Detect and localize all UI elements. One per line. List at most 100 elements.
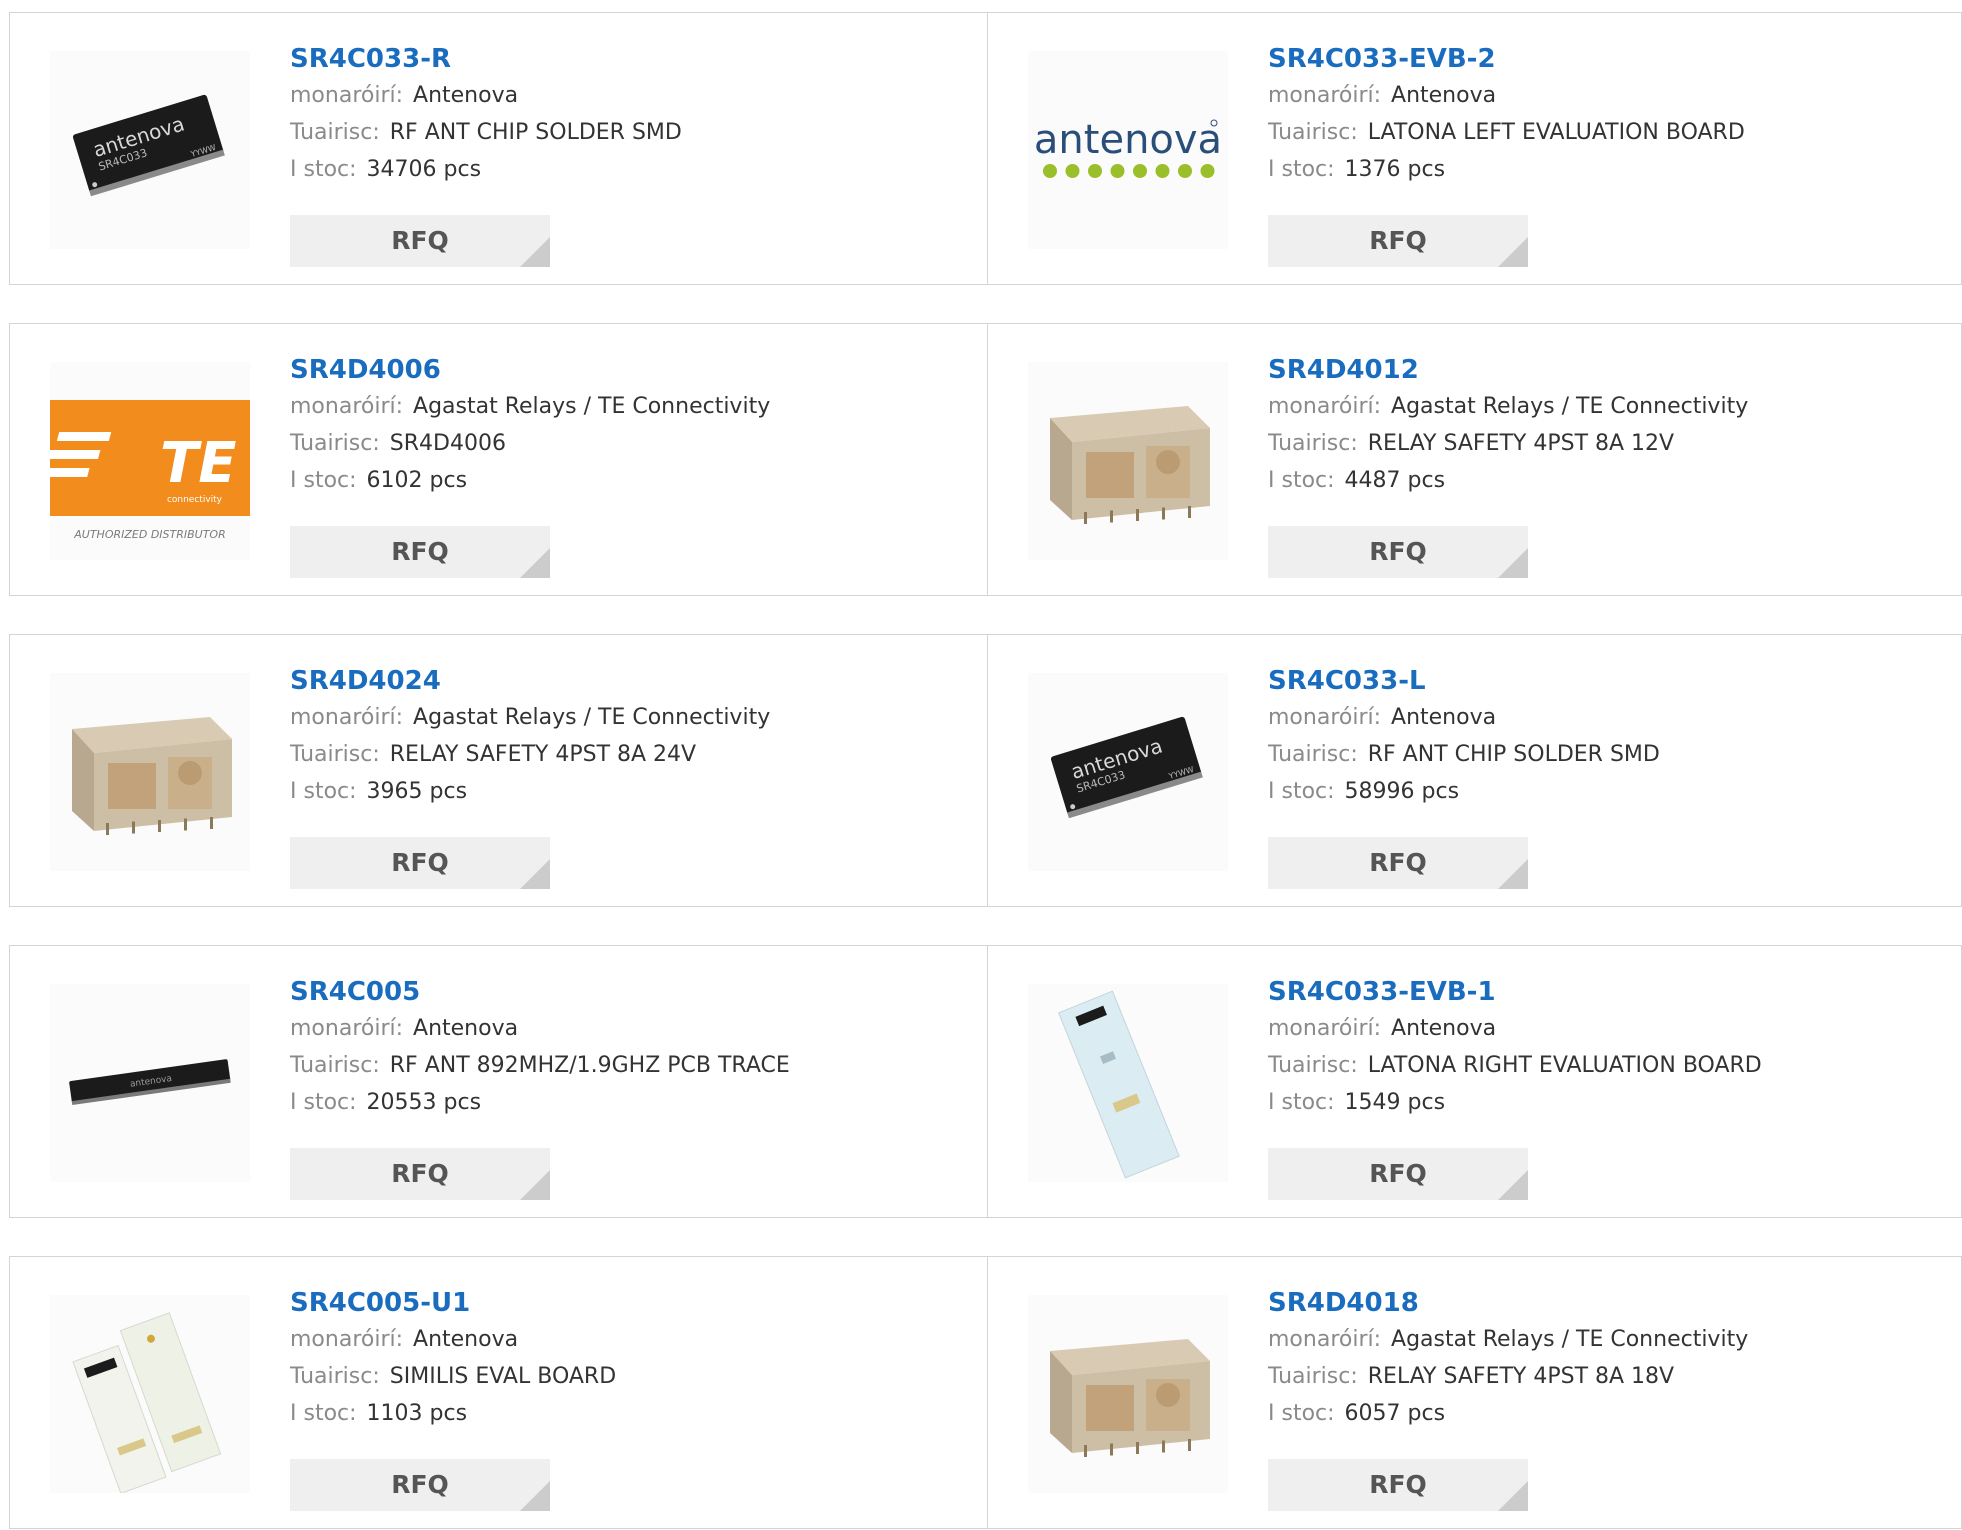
part-number-link[interactable]: SR4C033-EVB-1 [1268,974,1945,1010]
corner-triangle-icon [1498,548,1528,578]
stock-label: I stoc: [290,779,357,804]
stock-value: 3965 pcs [366,779,468,804]
manufacturer-line: monaróirí: Antenova [290,1321,967,1358]
description-label: Tuairisc: [290,1364,380,1389]
corner-triangle-icon [520,237,550,267]
product-card: TE connectivity AUTHORIZED DISTRIBUTOR SR4… [10,324,987,597]
rfq-button[interactable]: RFQ [1268,1459,1528,1511]
product-info: SR4C033-L monaróirí: Antenova Tuairisc: RF… [1268,663,1945,810]
rfq-label: RFQ [1369,1159,1427,1188]
product-image[interactable]: antenova [1028,51,1228,249]
stock-line: I stoc: 3965 pcs [290,773,967,810]
manufacturer-label: monaróirí: [290,394,404,419]
product-card: antenova SR4C005 monaróirí: Antenova Tuai… [10,946,987,1219]
stock-label: I stoc: [1268,468,1335,493]
product-image[interactable]: TE connectivity AUTHORIZED DISTRIBUTOR [50,362,250,560]
manufacturer-line: monaróirí: Agastat Relays / TE Connectivi… [1268,388,1945,425]
manufacturer-value: Agastat Relays / TE Connectivity [413,705,771,730]
product-card: SR4D4018 monaróirí: Agastat Relays / TE C… [988,1257,1962,1530]
rfq-button[interactable]: RFQ [1268,1148,1528,1200]
rfq-button[interactable]: RFQ [290,1148,550,1200]
description-value: SIMILIS EVAL BOARD [389,1364,617,1389]
manufacturer-value: Antenova [413,83,519,108]
product-row: SR4C005-U1 monaróirí: Antenova Tuairisc: S… [9,1256,1962,1529]
description-value: RELAY SAFETY 4PST 8A 24V [389,742,697,767]
rfq-label: RFQ [1369,537,1427,566]
product-row: TE connectivity AUTHORIZED DISTRIBUTOR SR4… [9,323,1962,596]
stock-value: 4487 pcs [1344,468,1446,493]
stock-label: I stoc: [290,1401,357,1426]
part-number-link[interactable]: SR4C033-EVB-2 [1268,41,1945,77]
description-label: Tuairisc: [1268,1053,1358,1078]
product-info: SR4C033-EVB-1 monaróirí: Antenova Tuairis… [1268,974,1945,1121]
part-number-link[interactable]: SR4C005 [290,974,967,1010]
corner-triangle-icon [520,548,550,578]
description-value: RF ANT 892MHZ/1.9GHZ PCB TRACE [389,1053,790,1078]
stock-value: 34706 pcs [366,157,482,182]
corner-triangle-icon [1498,859,1528,889]
description-value: LATONA LEFT EVALUATION BOARD [1367,120,1745,145]
corner-triangle-icon [520,859,550,889]
manufacturer-label: monaróirí: [290,1016,404,1041]
product-image[interactable] [50,1295,250,1493]
stock-line: I stoc: 1549 pcs [1268,1084,1945,1121]
product-image[interactable] [1028,1295,1228,1493]
antenova-long-chip-icon: antenova [69,1059,231,1106]
part-number-link[interactable]: SR4C005-U1 [290,1285,967,1321]
stock-value: 20553 pcs [366,1090,482,1115]
rfq-button[interactable]: RFQ [1268,526,1528,578]
rfq-button[interactable]: RFQ [290,1459,550,1511]
description-value: SR4D4006 [389,431,506,456]
description-line: Tuairisc: SR4D4006 [290,425,967,462]
rfq-button[interactable]: RFQ [1268,215,1528,267]
product-image[interactable]: antenova SR4C033 YYWW [50,51,250,249]
eval-board-icon [1058,990,1180,1179]
relay-icon [1050,406,1210,524]
rfq-button[interactable]: RFQ [290,215,550,267]
relay-icon [1050,1339,1210,1457]
part-number-link[interactable]: SR4C033-L [1268,663,1945,699]
manufacturer-label: monaróirí: [290,83,404,108]
part-number-link[interactable]: SR4D4024 [290,663,967,699]
rfq-button[interactable]: RFQ [290,837,550,889]
product-row: antenova SR4C033 YYWW SR4C033-R monaróirí:… [9,12,1962,285]
rfq-label: RFQ [1369,226,1427,255]
description-label: Tuairisc: [1268,742,1358,767]
description-line: Tuairisc: LATONA RIGHT EVALUATION BOARD [1268,1047,1945,1084]
description-value: RELAY SAFETY 4PST 8A 12V [1367,431,1675,456]
description-label: Tuairisc: [290,431,380,456]
description-line: Tuairisc: RF ANT CHIP SOLDER SMD [1268,736,1945,773]
manufacturer-value: Agastat Relays / TE Connectivity [1391,394,1749,419]
authorized-distributor-caption: AUTHORIZED DISTRIBUTOR [73,528,226,541]
stock-value: 6102 pcs [366,468,468,493]
stock-value: 6057 pcs [1344,1401,1446,1426]
description-label: Tuairisc: [290,120,380,145]
corner-triangle-icon [520,1481,550,1511]
rfq-label: RFQ [1369,1470,1427,1499]
manufacturer-value: Antenova [1391,1016,1497,1041]
corner-triangle-icon [520,1170,550,1200]
part-number-link[interactable]: SR4D4006 [290,352,967,388]
manufacturer-label: monaróirí: [1268,705,1382,730]
stock-label: I stoc: [290,1090,357,1115]
part-number-link[interactable]: SR4D4012 [1268,352,1945,388]
manufacturer-value: Antenova [413,1016,519,1041]
product-image[interactable]: antenova [50,984,250,1182]
description-value: RELAY SAFETY 4PST 8A 18V [1367,1364,1675,1389]
rfq-button[interactable]: RFQ [1268,837,1528,889]
description-line: Tuairisc: SIMILIS EVAL BOARD [290,1358,967,1395]
product-image[interactable] [1028,362,1228,560]
product-info: SR4C033-EVB-2 monaróirí: Antenova Tuairis… [1268,41,1945,188]
eval-board-pair-icon [72,1312,222,1493]
stock-line: I stoc: 6102 pcs [290,462,967,499]
product-image[interactable] [50,673,250,871]
description-label: Tuairisc: [1268,1364,1358,1389]
part-number-link[interactable]: SR4D4018 [1268,1285,1945,1321]
product-image[interactable] [1028,984,1228,1182]
logo-dot [1110,164,1125,178]
part-number-link[interactable]: SR4C033-R [290,41,967,77]
rfq-button[interactable]: RFQ [290,526,550,578]
corner-triangle-icon [1498,1481,1528,1511]
product-image[interactable]: antenova SR4C033 YYWW [1028,673,1228,871]
product-card: antenova SR4C033 YYWW SR4C033-R monaróirí:… [10,13,987,286]
